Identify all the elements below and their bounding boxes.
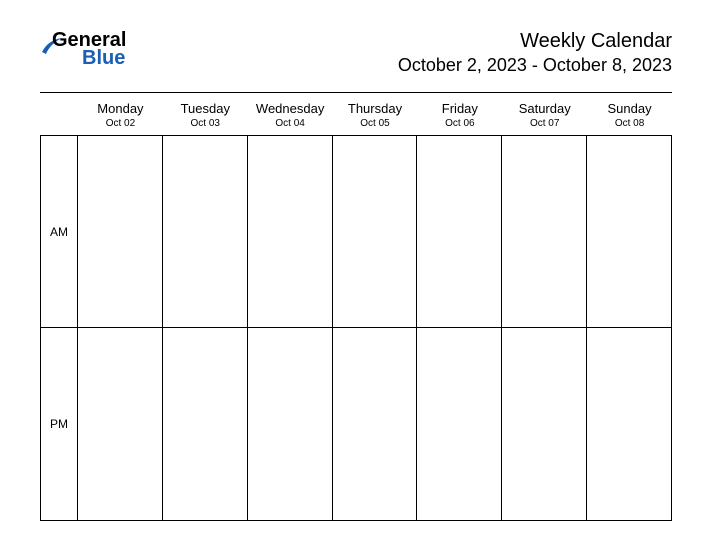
date-range: October 2, 2023 - October 8, 2023 <box>398 55 672 76</box>
day-date-thursday: Oct 05 <box>333 118 418 135</box>
day-date-wednesday: Oct 04 <box>248 118 333 135</box>
day-header-thursday: Thursday <box>333 101 418 118</box>
cell-pm-friday <box>417 328 502 521</box>
day-header-monday: Monday <box>78 101 163 118</box>
header-divider <box>40 92 672 93</box>
cell-pm-sunday <box>587 328 672 521</box>
day-date-saturday: Oct 07 <box>502 118 587 135</box>
day-header-wednesday: Wednesday <box>248 101 333 118</box>
cell-am-sunday <box>587 135 672 328</box>
day-date-tuesday: Oct 03 <box>163 118 248 135</box>
day-header-sunday: Sunday <box>587 101 672 118</box>
title-block: Weekly Calendar October 2, 2023 - Octobe… <box>398 30 672 76</box>
cell-pm-wednesday <box>248 328 333 521</box>
cell-am-thursday <box>333 135 418 328</box>
logo-text-blue: Blue <box>82 48 156 68</box>
cell-pm-monday <box>78 328 163 521</box>
document-header: General Blue Weekly Calendar October 2, … <box>40 30 672 76</box>
day-date-monday: Oct 02 <box>78 118 163 135</box>
spacer <box>40 118 78 135</box>
cell-am-saturday <box>502 135 587 328</box>
spacer <box>40 101 78 118</box>
day-date-sunday: Oct 08 <box>587 118 672 135</box>
cell-pm-thursday <box>333 328 418 521</box>
cell-am-monday <box>78 135 163 328</box>
day-header-friday: Friday <box>417 101 502 118</box>
page-title: Weekly Calendar <box>398 30 672 53</box>
calendar-grid: Monday Tuesday Wednesday Thursday Friday… <box>40 101 672 521</box>
cell-am-friday <box>417 135 502 328</box>
day-header-tuesday: Tuesday <box>163 101 248 118</box>
day-date-friday: Oct 06 <box>417 118 502 135</box>
cell-am-wednesday <box>248 135 333 328</box>
cell-am-tuesday <box>163 135 248 328</box>
row-label-am: AM <box>40 135 78 328</box>
cell-pm-tuesday <box>163 328 248 521</box>
day-header-saturday: Saturday <box>502 101 587 118</box>
row-label-pm: PM <box>40 328 78 521</box>
cell-pm-saturday <box>502 328 587 521</box>
logo: General Blue <box>40 30 114 70</box>
